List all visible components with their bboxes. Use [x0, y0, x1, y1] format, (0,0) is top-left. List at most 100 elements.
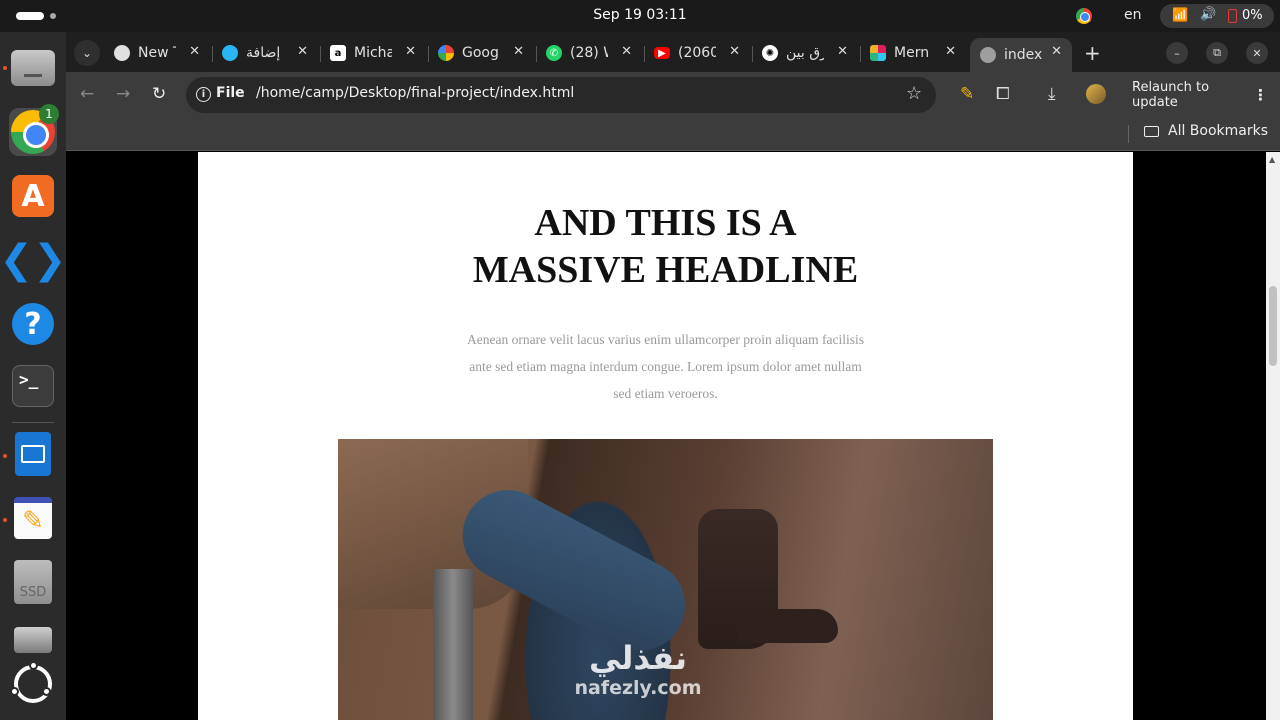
profile-avatar[interactable]: [1086, 84, 1106, 104]
all-bookmarks-label: All Bookmarks: [1168, 123, 1269, 139]
hero-boot-toe: [738, 609, 838, 643]
url-text[interactable]: /home/camp/Desktop/final-project/index.h…: [256, 85, 574, 101]
tab-title: إضافة: [246, 45, 281, 61]
youtube-favicon-icon: ▶: [654, 47, 670, 59]
dock-writer[interactable]: [9, 430, 57, 478]
chrome-tray-icon[interactable]: [1076, 8, 1092, 24]
tab-amazon[interactable]: a Michael ✕: [330, 38, 416, 68]
bookmarks-bar: All Bookmarks: [66, 117, 1280, 151]
tab-chatgpt[interactable]: ✺ فرق بين ✕: [762, 38, 848, 68]
drive-icon: [14, 627, 52, 653]
intro-paragraph: Aenean ornare velit lacus varius enim ul…: [467, 332, 864, 401]
tab-separator: [644, 46, 645, 62]
scrollbar-thumb[interactable]: [1269, 286, 1277, 366]
menu-kebab-icon: ⋮: [1253, 86, 1268, 104]
close-icon[interactable]: ✕: [189, 44, 200, 59]
watermark-arabic: نفذلي: [589, 639, 687, 677]
close-icon[interactable]: ✕: [837, 44, 848, 59]
relaunch-to-update-button[interactable]: Relaunch to update ⋮: [1122, 77, 1280, 113]
close-icon[interactable]: ✕: [513, 44, 524, 59]
dock-text-editor[interactable]: [9, 494, 57, 542]
system-status-menu[interactable]: 📶 🔊 0%: [1160, 4, 1274, 28]
battery-icon: [1228, 9, 1237, 23]
files-icon: [11, 50, 55, 86]
folder-icon: [1144, 125, 1159, 137]
running-indicator: [3, 66, 7, 70]
tab-title: Google: [462, 45, 500, 61]
tab-title: Mern: [894, 45, 930, 61]
back-arrow-icon[interactable]: ←: [80, 84, 94, 104]
hero-stool: [433, 569, 473, 720]
tab-slack[interactable]: Mern ✕: [870, 38, 956, 68]
reload-icon[interactable]: ↻: [152, 84, 166, 104]
amazon-favicon-icon: a: [330, 45, 346, 61]
tab-index-active[interactable]: index ✕: [970, 38, 1072, 72]
tab-search-button[interactable]: ⌄: [74, 40, 100, 66]
dock-help[interactable]: ?: [9, 300, 57, 348]
tab-separator: [536, 46, 537, 62]
volume-icon: 🔊: [1200, 7, 1217, 22]
site-info-icon[interactable]: i: [196, 87, 211, 102]
extensions-puzzle-icon[interactable]: ⧠: [996, 84, 1010, 104]
watermark: نفذلي nafezly.com: [558, 639, 718, 699]
dock: 1 A ❮❯ ? >_ SSD: [0, 32, 67, 720]
page-viewport[interactable]: AND THIS IS A MASSIVE HEADLINE Aenean or…: [66, 152, 1266, 720]
dock-files[interactable]: [9, 44, 57, 92]
close-icon[interactable]: ✕: [297, 44, 308, 59]
chatgpt-favicon-icon: ✺: [762, 45, 778, 61]
tab-title: Michael: [354, 45, 392, 61]
headline-line-2: MASSIVE HEADLINE: [472, 249, 859, 291]
writer-icon: [15, 432, 51, 476]
notification-badge: 1: [39, 104, 59, 124]
tab-title: (28) WhatsApp: [570, 45, 608, 61]
terminal-icon: >_: [12, 365, 54, 407]
tab-separator: [428, 46, 429, 62]
dock-terminal[interactable]: >_: [9, 362, 57, 410]
close-icon[interactable]: ✕: [729, 44, 740, 59]
new-tab-button[interactable]: +: [1084, 41, 1101, 65]
dock-app-center[interactable]: A: [9, 172, 57, 220]
forward-arrow-icon[interactable]: →: [116, 84, 130, 104]
scroll-up-arrow-icon[interactable]: ▲: [1269, 155, 1275, 164]
tab-new-tab[interactable]: New Tab ✕: [114, 38, 200, 68]
text-editor-icon: [14, 497, 52, 539]
tab-google[interactable]: Google ✕: [438, 38, 524, 68]
pen-extension-icon[interactable]: ✎: [960, 84, 974, 104]
hero-image: نفذلي nafezly.com: [338, 439, 993, 720]
input-language[interactable]: en: [1124, 7, 1142, 23]
address-bar[interactable]: i File /home/camp/Desktop/final-project/…: [186, 77, 936, 113]
chrome-favicon-icon: [114, 45, 130, 61]
close-icon[interactable]: ✕: [1051, 44, 1062, 59]
whatsapp-favicon-icon: ✆: [546, 45, 562, 61]
close-icon[interactable]: ✕: [405, 44, 416, 59]
running-indicator: [3, 454, 7, 458]
all-bookmarks-button[interactable]: All Bookmarks: [1144, 123, 1268, 139]
ubuntu-logo-icon: [10, 661, 52, 703]
close-icon[interactable]: ✕: [945, 44, 956, 59]
watermark-url: nafezly.com: [574, 677, 702, 699]
show-apps-button[interactable]: [9, 660, 57, 708]
dock-ssd[interactable]: SSD: [9, 558, 57, 606]
dock-vscode[interactable]: ❮❯: [0, 236, 67, 284]
tab-title: فرق بين: [786, 45, 824, 61]
tab-youtube[interactable]: ▶ (2060) ✕: [654, 38, 740, 68]
tab-edafa[interactable]: إضافة ✕: [222, 38, 308, 68]
bookmark-star-icon[interactable]: ☆: [906, 83, 922, 104]
tab-strip: ⌄ New Tab ✕ إضافة ✕ a Michael ✕ Google ✕…: [66, 32, 1280, 72]
tab-title: New Tab: [138, 45, 176, 61]
download-icon[interactable]: ⤓: [1048, 84, 1056, 104]
running-indicator: [3, 518, 7, 522]
relaunch-label: Relaunch to update: [1132, 80, 1210, 110]
dock-drive[interactable]: [9, 616, 57, 664]
close-window-button[interactable]: ✕: [1246, 42, 1268, 64]
page-headline: AND THIS IS A MASSIVE HEADLINE: [198, 200, 1133, 294]
maximize-button[interactable]: ⧉: [1206, 42, 1228, 64]
tab-separator: [860, 46, 861, 62]
dock-chrome[interactable]: 1: [9, 104, 59, 156]
minimize-button[interactable]: –: [1166, 42, 1188, 64]
tab-title: index: [1004, 47, 1042, 63]
close-icon[interactable]: ✕: [621, 44, 632, 59]
page-scrollbar[interactable]: ▲: [1266, 152, 1280, 720]
tab-whatsapp[interactable]: ✆ (28) WhatsApp ✕: [546, 38, 632, 68]
slack-favicon-icon: [870, 45, 886, 61]
